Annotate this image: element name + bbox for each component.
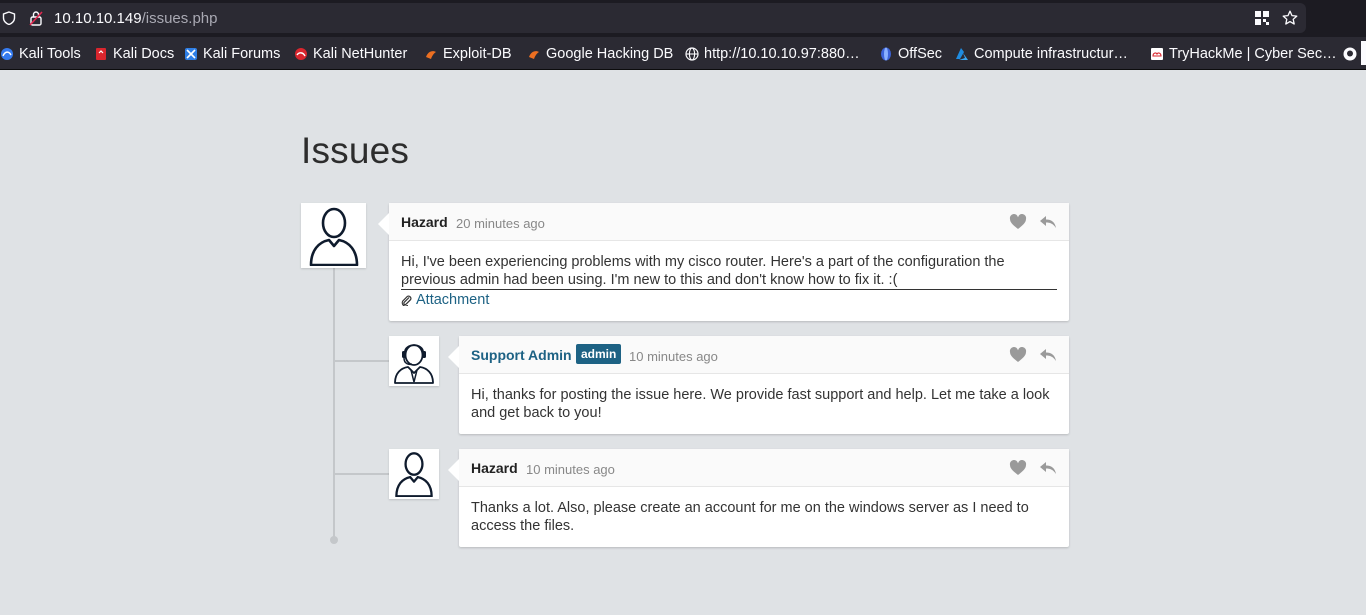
bookmark-label: Google Hacking DB [546, 46, 674, 62]
bookmark-kali-nethunter[interactable]: Kali NetHunter [294, 45, 407, 63]
comment-body: Thanks a lot. Also, please create an acc… [471, 500, 1029, 534]
comment-card: Hazard 10 minutes ago Thanks a lot. Also… [448, 449, 1069, 547]
avatar-user [301, 203, 366, 268]
url-path: /issues.php [141, 10, 218, 27]
comment-author[interactable]: Hazard [471, 460, 518, 476]
bookmark-kali-docs[interactable]: Kali Docs [94, 45, 174, 63]
kali-nethunter-icon [295, 48, 307, 60]
comment-author[interactable]: Hazard [401, 214, 448, 230]
bookmark-tryhackme[interactable]: TryHackMe | Cyber Sec… [1150, 45, 1337, 63]
kali-forums-icon [185, 48, 197, 60]
user-avatar-icon [309, 207, 358, 266]
bookmark-label: Kali Forums [203, 46, 281, 62]
page-title: Issues [301, 130, 410, 171]
comment-time: 20 minutes ago [456, 216, 545, 231]
tryhackme-icon [1151, 48, 1163, 60]
reply-icon[interactable] [1039, 347, 1057, 363]
bookmarks-overflow-edge [1361, 41, 1366, 65]
bookmark-github[interactable] [1343, 45, 1362, 63]
bookmark-star-icon[interactable] [1282, 10, 1298, 26]
comment-time: 10 minutes ago [526, 462, 615, 477]
bookmark-label: TryHackMe | Cyber Sec… [1169, 46, 1337, 62]
kali-dragon-icon [1, 48, 13, 60]
thread-timeline-end-dot [330, 536, 338, 544]
comment-body: Hi, I've been experiencing problems with… [401, 254, 1005, 288]
thread-branch-line [335, 473, 389, 475]
like-heart-icon[interactable] [1009, 460, 1027, 476]
support-agent-icon [394, 344, 434, 384]
bookmark-label: Kali Tools [19, 46, 81, 62]
globe-icon [685, 47, 699, 61]
thread-branch-line [335, 360, 389, 362]
url-host: 10.10.10.149 [54, 10, 142, 27]
attachment-label: Attachment [416, 292, 490, 308]
like-heart-icon[interactable] [1009, 214, 1027, 230]
azure-icon [956, 48, 968, 60]
avatar-user [389, 449, 439, 499]
exploit-db-icon [426, 51, 436, 59]
bookmark-label: Kali Docs [113, 46, 175, 62]
attachment-link[interactable]: Attachment [401, 292, 489, 308]
url-bar[interactable]: 10.10.10.149/issues.php [0, 3, 1306, 33]
reply-icon[interactable] [1039, 214, 1057, 230]
avatar-support-admin [389, 336, 439, 386]
like-heart-icon[interactable] [1009, 347, 1027, 363]
url-text[interactable]: 10.10.10.149/issues.php [54, 10, 217, 27]
admin-badge: admin [576, 344, 622, 364]
comment-header: Hazard 20 minutes ago [389, 203, 1069, 241]
insecure-lock-icon[interactable] [29, 10, 43, 26]
ghdb-icon [529, 51, 539, 59]
comment-time: 10 minutes ago [629, 349, 718, 364]
bookmark-kali-tools[interactable]: Kali Tools [0, 45, 81, 63]
shield-icon[interactable] [2, 11, 16, 25]
bookmark-compute-infrastructure[interactable]: Compute infrastructur… [955, 45, 1128, 63]
kali-docs-icon [96, 48, 106, 60]
attachment-separator [401, 289, 1057, 290]
qr-code-icon[interactable] [1254, 10, 1270, 26]
comment-header: Hazard 10 minutes ago [459, 449, 1069, 487]
bookmark-kali-forums[interactable]: Kali Forums [184, 45, 280, 63]
comment-card: Hazard 20 minutes ago Hi, I've been expe… [378, 203, 1069, 321]
thread-timeline-line [333, 268, 335, 538]
github-icon [1343, 47, 1357, 61]
paperclip-icon [401, 295, 412, 306]
comment-header: Support Admin admin 10 minutes ago [459, 336, 1069, 374]
user-avatar-icon [395, 452, 433, 497]
comment-body: Hi, thanks for posting the issue here. W… [471, 387, 1050, 421]
bookmark-label: http://10.10.10.97:880… [704, 46, 860, 62]
bookmark-label: OffSec [898, 46, 943, 62]
reply-icon[interactable] [1039, 460, 1057, 476]
comment-author[interactable]: Support Admin [471, 347, 572, 363]
bookmark-label: Exploit-DB [443, 46, 512, 62]
bookmark-label: Kali NetHunter [313, 46, 408, 62]
offsec-icon [881, 47, 891, 61]
comment-card: Support Admin admin 10 minutes ago Hi, t… [448, 336, 1069, 434]
browser-toolbar: 10.10.10.149/issues.php [0, 0, 1366, 37]
bookmark-offsec[interactable]: OffSec [879, 45, 942, 63]
bookmark-google-hacking-db[interactable]: Google Hacking DB [527, 45, 673, 63]
bookmark-label: Compute infrastructur… [974, 46, 1128, 62]
bookmark-http-link[interactable]: http://10.10.10.97:880… [685, 45, 860, 63]
bookmark-exploit-db[interactable]: Exploit-DB [424, 45, 512, 63]
bookmarks-toolbar: Kali Tools Kali Docs Kali Forums Kali Ne… [0, 37, 1366, 70]
